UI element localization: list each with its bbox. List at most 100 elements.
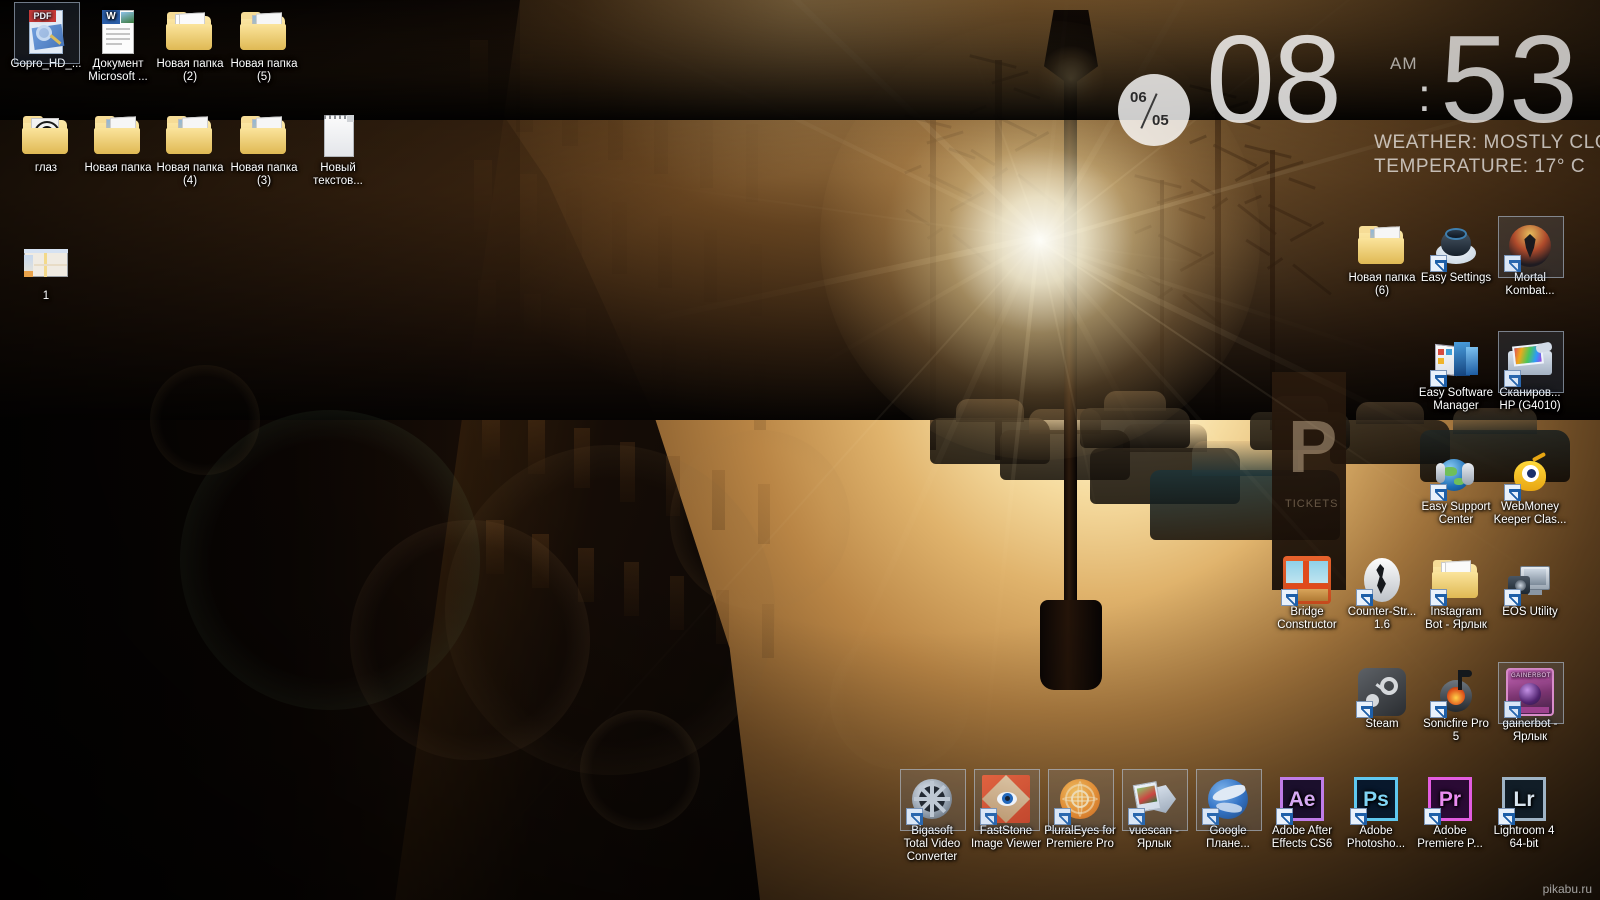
- shortcut-arrow-icon: [1430, 484, 1447, 501]
- shortcut-arrow-icon: [1202, 808, 1219, 825]
- desktop-icon-steam[interactable]: Steam: [1340, 668, 1424, 731]
- shortcut-arrow-icon: [1276, 808, 1293, 825]
- desktop-icon-adobe-photoshop[interactable]: Ps Adobe Photosho...: [1334, 775, 1418, 851]
- desktop-icon-vuescan[interactable]: vuescan - Ярлык: [1112, 769, 1196, 851]
- folder-icon: [166, 8, 214, 56]
- watermark: pikabu.ru: [1542, 882, 1592, 896]
- desktop-icon-instagram-bot[interactable]: Instagram Bot - Ярлык: [1414, 556, 1498, 632]
- desktop-icon-label: Easy Software Manager: [1418, 387, 1494, 412]
- desktop-icon-label: Новая папка (4): [156, 162, 224, 187]
- desktop-icon-easy-software-manager[interactable]: Easy Software Manager: [1414, 337, 1498, 413]
- desktop-icon-faststone-image-viewer[interactable]: FastStone Image Viewer: [964, 769, 1048, 851]
- faststone-image-viewer-icon: [974, 769, 1040, 831]
- shortcut-arrow-icon: [1504, 589, 1521, 606]
- shortcut-arrow-icon: [1504, 484, 1521, 501]
- easy-software-manager-icon: [1430, 337, 1480, 387]
- desktop-icon-label: EOS Utility: [1502, 606, 1558, 618]
- easy-settings-icon: [1430, 222, 1480, 272]
- desktop-icon-new-folder-5[interactable]: Новая папка (5): [222, 8, 306, 84]
- desktop-icon-label: WebMoney Keeper Clas...: [1493, 501, 1567, 526]
- desktop-icon-label: Easy Settings: [1420, 272, 1492, 284]
- desktop-icon-label: Новая папка (2): [156, 58, 224, 83]
- shortcut-arrow-icon: [1504, 701, 1521, 718]
- vuescan-icon: [1122, 769, 1188, 831]
- easy-support-center-icon: [1430, 451, 1480, 501]
- desktop-icon-counter-strike[interactable]: Counter-Str... 1.6: [1340, 556, 1424, 632]
- desktop-icon-new-folder-2[interactable]: Новая папка (2): [148, 8, 232, 84]
- shortcut-arrow-icon: [1430, 370, 1447, 387]
- folder-with-images-icon: [166, 112, 214, 160]
- desktop-icon-adobe-after-effects-cs6[interactable]: Ae Adobe After Effects CS6: [1260, 775, 1344, 851]
- steam-icon: [1356, 668, 1406, 718]
- desktop[interactable]: P TICKETS 06 05 08 AM : 53 WEATHER: MOST…: [0, 0, 1600, 900]
- folder-with-images-icon: [240, 8, 288, 56]
- desktop-icon-label: Adobe Premiere P...: [1417, 825, 1483, 850]
- desktop-icon-bigasoft-total-video-converter[interactable]: Bigasoft Total Video Converter: [890, 769, 974, 864]
- desktop-icon-label: Counter-Str... 1.6: [1347, 606, 1417, 631]
- desktop-icon-label: Instagram Bot - Ярлык: [1425, 606, 1487, 631]
- scanner-icon: [1498, 331, 1564, 393]
- desktop-icon-easy-support-center[interactable]: Easy Support Center: [1414, 451, 1498, 527]
- bigasoft-total-video-converter-icon: [900, 769, 966, 831]
- desktop-icon-scan-hp-g4010[interactable]: Сканиров... HP (G4010): [1488, 331, 1572, 413]
- shortcut-arrow-icon: [1356, 589, 1373, 606]
- shortcut-arrow-icon: [1430, 589, 1447, 606]
- google-earth-icon: [1196, 769, 1262, 831]
- mortal-kombat-icon: [1498, 216, 1564, 278]
- desktop-icon-pluraleyes-for-premiere-pro[interactable]: PluralEyes for Premiere Pro: [1038, 769, 1122, 851]
- adobe-photoshop-icon: Ps: [1350, 775, 1400, 825]
- folder-eye-icon: [22, 112, 70, 160]
- desktop-icon-label: Easy Support Center: [1421, 501, 1491, 526]
- desktop-icon-label: Bridge Constructor: [1277, 606, 1337, 631]
- gainerbot-icon: GAINERBOT: [1498, 662, 1564, 724]
- shortcut-arrow-icon: [1430, 255, 1447, 272]
- pluraleyes-icon: [1048, 769, 1114, 831]
- shortcut-arrow-icon: [1350, 808, 1367, 825]
- text-document-icon: [314, 112, 362, 160]
- desktop-icon-label: Adobe After Effects CS6: [1271, 825, 1333, 850]
- desktop-icon-adobe-premiere-pro[interactable]: Pr Adobe Premiere P...: [1408, 775, 1492, 851]
- desktop-icon-easy-settings[interactable]: Easy Settings: [1414, 222, 1498, 285]
- desktop-icon-eos-utility[interactable]: EOS Utility: [1488, 556, 1572, 619]
- shortcut-arrow-icon: [1356, 701, 1373, 718]
- desktop-icon-bridge-constructor[interactable]: Bridge Constructor: [1265, 556, 1349, 632]
- desktop-icon-label: Lightroom 4 64-bit: [1493, 825, 1555, 850]
- shortcut-arrow-icon: [1504, 370, 1521, 387]
- desktop-icon-new-folder-4[interactable]: Новая папка (4): [148, 112, 232, 188]
- shortcut-arrow-icon: [1504, 255, 1521, 272]
- desktop-icon-label: Новая папка (6): [1348, 272, 1416, 297]
- eos-utility-icon: [1504, 556, 1554, 606]
- desktop-icon-mortal-kombat[interactable]: Mortal Kombat...: [1488, 216, 1572, 298]
- desktop-icon-label: Adobe Photosho...: [1346, 825, 1406, 850]
- desktop-icon-label: Новая папка (3): [230, 162, 298, 187]
- adobe-after-effects-icon: Ae: [1276, 775, 1326, 825]
- bridge-constructor-icon: [1281, 556, 1331, 606]
- shortcut-arrow-icon: [1128, 808, 1145, 825]
- sonicfire-pro-icon: [1430, 668, 1480, 718]
- desktop-icon-label: 1: [42, 290, 50, 302]
- shortcut-arrow-icon: [1498, 808, 1515, 825]
- folder-icon: [1430, 556, 1480, 606]
- shortcut-arrow-icon: [1430, 701, 1447, 718]
- desktop-icon-label: Sonicfire Pro 5: [1423, 718, 1489, 743]
- shortcut-arrow-icon: [980, 808, 997, 825]
- desktop-icon-text-document[interactable]: Новый текстов...: [296, 112, 380, 188]
- desktop-icon-lightroom-4-64-bit[interactable]: Lr Lightroom 4 64-bit: [1482, 775, 1566, 851]
- desktop-icon-label: Новая папка (5): [230, 58, 298, 83]
- counter-strike-icon: [1356, 556, 1406, 606]
- desktop-icon-sonicfire-pro-5[interactable]: Sonicfire Pro 5: [1414, 668, 1498, 744]
- desktop-icon-new-folder-6[interactable]: Новая папка (6): [1340, 222, 1424, 298]
- desktop-icon-google-earth[interactable]: Google Плане...: [1186, 769, 1270, 851]
- desktop-icon-label: Steam: [1365, 718, 1399, 730]
- desktop-icon-gainerbot[interactable]: GAINERBOT gainerbot - Ярлык: [1488, 662, 1572, 744]
- desktop-icon-map-image-1[interactable]: 1: [4, 240, 88, 303]
- desktop-icon-new-folder-3[interactable]: Новая папка (3): [222, 112, 306, 188]
- pdf-document-icon: PDF: [14, 2, 80, 64]
- word-document-icon: W: [94, 8, 142, 56]
- shortcut-arrow-icon: [1054, 808, 1071, 825]
- adobe-lightroom-icon: Lr: [1498, 775, 1548, 825]
- folder-with-images-icon: [240, 112, 288, 160]
- desktop-icon-label: Новый текстов...: [313, 162, 363, 187]
- shortcut-arrow-icon: [906, 808, 923, 825]
- desktop-icon-webmoney-keeper[interactable]: WebMoney Keeper Clas...: [1488, 451, 1572, 527]
